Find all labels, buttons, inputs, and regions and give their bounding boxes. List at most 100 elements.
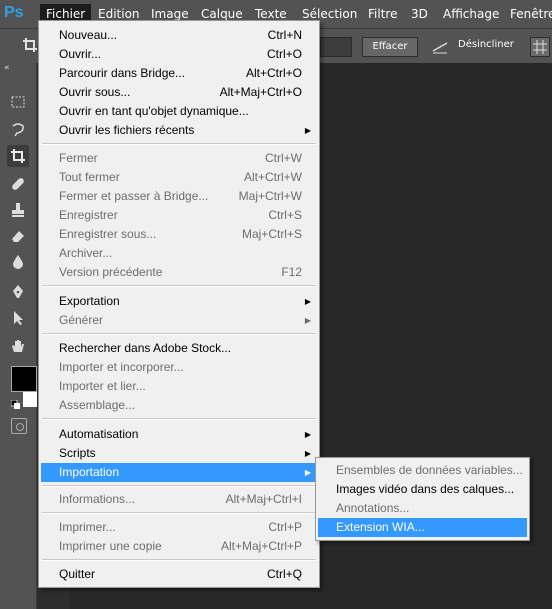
menu-item-tout-fermer[interactable]: Tout fermer Alt+Ctrl+W	[41, 168, 317, 187]
menu-item-shortcut: Alt+Ctrl+W	[243, 170, 302, 184]
submenu-arrow-icon: ▶	[304, 316, 311, 325]
menu-item-automatisation[interactable]: Automatisation ▶	[41, 425, 317, 444]
menu-item-archiver[interactable]: Archiver...	[41, 244, 317, 263]
menu-separator	[42, 559, 316, 561]
menu-item-label: Ensembles de données variables...	[336, 463, 523, 477]
submenu-item-annotations[interactable]: Annotations...	[318, 499, 527, 518]
menu-item-fermer-bridge[interactable]: Fermer et passer à Bridge... Maj+Ctrl+W	[41, 187, 317, 206]
menu-item-imprimer-copie[interactable]: Imprimer une copie Alt+Maj+Ctrl+P	[41, 537, 317, 556]
menu-item-label: Importer et lier...	[59, 379, 146, 393]
default-colors-icon[interactable]	[10, 395, 21, 409]
marquee-tool-icon[interactable]	[7, 91, 29, 113]
menu-item-label: Version précédente	[59, 265, 163, 279]
menu-item-version-precedente[interactable]: Version précédente F12	[41, 263, 317, 282]
menu-item-label: Rechercher dans Adobe Stock...	[59, 341, 232, 355]
menu-item-label: Extension WIA...	[336, 520, 425, 534]
menu-item-parcourir-bridge[interactable]: Parcourir dans Bridge... Alt+Ctrl+O	[41, 64, 317, 83]
desincliner-label[interactable]: Désincliner	[458, 39, 514, 50]
submenu-item-images-video[interactable]: Images vidéo dans des calques...	[318, 480, 527, 499]
menu-item-label: Automatisation	[59, 427, 139, 441]
submenu-arrow-icon: ▶	[304, 468, 311, 477]
menu-item-ouvrir-objet-dynamique[interactable]: Ouvrir en tant qu'objet dynamique...	[41, 102, 317, 121]
crop-tool-icon[interactable]	[7, 145, 29, 167]
menu-item-enregistrer[interactable]: Enregistrer Ctrl+S	[41, 206, 317, 225]
menu-item-fermer[interactable]: Fermer Ctrl+W	[41, 149, 317, 168]
menu-item-ouvrir[interactable]: Ouvrir... Ctrl+O	[41, 45, 317, 64]
menu-item-importation[interactable]: Importation ▶	[41, 463, 317, 482]
ratio-input[interactable]	[320, 37, 352, 57]
menu-item-generer[interactable]: Générer ▶	[41, 311, 317, 330]
collapse-arrows-icon[interactable]: «	[4, 63, 10, 73]
submenu-arrow-icon: ▶	[304, 126, 311, 135]
menu-item-shortcut: Alt+Ctrl+O	[245, 66, 302, 80]
menu-item-shortcut: Ctrl+N	[267, 28, 302, 42]
menu-3d[interactable]: 3D	[405, 4, 434, 24]
blur-tool-icon[interactable]	[7, 251, 29, 273]
menu-item-label: Quitter	[59, 567, 96, 581]
submenu-arrow-icon: ▶	[304, 430, 311, 439]
stamp-tool-icon[interactable]	[7, 199, 29, 221]
menu-item-label: Exportation	[59, 294, 120, 308]
menu-item-exportation[interactable]: Exportation ▶	[41, 292, 317, 311]
menu-item-scripts[interactable]: Scripts ▶	[41, 444, 317, 463]
menu-item-label: Tout fermer	[59, 170, 120, 184]
menu-item-informations[interactable]: Informations... Alt+Maj+Ctrl+I	[41, 490, 317, 509]
foreground-color-swatch[interactable]	[11, 366, 37, 392]
menu-fenetre[interactable]: Fenêtre	[504, 4, 552, 24]
menu-item-shortcut: Ctrl+S	[268, 208, 302, 222]
menu-separator	[42, 333, 316, 335]
menu-separator	[42, 512, 316, 514]
photoshop-logo: Ps	[4, 4, 24, 21]
importation-submenu: Ensembles de données variables... Images…	[315, 457, 530, 541]
menu-separator	[42, 485, 316, 487]
menu-item-label: Fermer et passer à Bridge...	[59, 189, 209, 203]
menu-item-label: Imprimer...	[59, 520, 116, 534]
quick-mask-icon[interactable]	[11, 418, 27, 434]
menu-item-importer-incorporer[interactable]: Importer et incorporer...	[41, 358, 317, 377]
submenu-arrow-icon: ▶	[304, 297, 311, 306]
menu-item-shortcut: Ctrl+W	[265, 151, 302, 165]
menu-item-label: Ouvrir les fichiers récents	[59, 123, 195, 137]
menu-item-label: Images vidéo dans des calques...	[336, 482, 515, 496]
file-menu: Nouveau... Ctrl+N Ouvrir... Ctrl+O Parcour…	[38, 20, 320, 588]
menu-item-shortcut: Ctrl+O	[266, 47, 302, 61]
menu-item-nouveau[interactable]: Nouveau... Ctrl+N	[41, 26, 317, 45]
menu-item-shortcut: Maj+Ctrl+S	[241, 227, 302, 241]
menu-item-label: Enregistrer sous...	[59, 227, 157, 241]
menu-item-ouvrir-sous[interactable]: Ouvrir sous... Alt+Maj+Ctrl+O	[41, 83, 317, 102]
submenu-item-extension-wia[interactable]: Extension WIA...	[318, 518, 527, 537]
menu-item-label: Informations...	[59, 492, 136, 506]
crop-icon[interactable]	[22, 37, 38, 53]
submenu-arrow-icon: ▶	[304, 449, 311, 458]
submenu-item-donnees-variables[interactable]: Ensembles de données variables...	[318, 461, 527, 480]
menu-item-quitter[interactable]: Quitter Ctrl+Q	[41, 565, 317, 584]
toolbox: «	[0, 63, 37, 609]
menu-item-label: Assemblage...	[59, 398, 136, 412]
menu-item-label: Enregistrer	[59, 208, 118, 222]
menu-item-shortcut: Alt+Maj+Ctrl+O	[219, 85, 302, 99]
path-selection-icon[interactable]	[7, 307, 29, 329]
pen-tool-icon[interactable]	[7, 281, 29, 303]
menu-item-shortcut: Ctrl+Q	[266, 567, 302, 581]
menu-item-label: Ouvrir en tant qu'objet dynamique...	[59, 104, 249, 118]
straighten-icon[interactable]	[432, 39, 448, 54]
menu-item-assemblage[interactable]: Assemblage...	[41, 396, 317, 415]
eraser-tool-icon[interactable]	[7, 225, 29, 247]
grid-overlay-button[interactable]	[530, 37, 550, 57]
effacer-button[interactable]: Effacer	[362, 37, 418, 57]
menu-item-label: Archiver...	[59, 246, 113, 260]
menu-item-label: Fermer	[59, 151, 98, 165]
lasso-tool-icon[interactable]	[7, 119, 29, 141]
menu-item-fichiers-recents[interactable]: Ouvrir les fichiers récents ▶	[41, 121, 317, 140]
hand-tool-icon[interactable]	[7, 335, 29, 357]
menu-item-shortcut: Alt+Maj+Ctrl+I	[225, 492, 302, 506]
menu-affichage[interactable]: Affichage	[437, 4, 505, 24]
menu-item-label: Générer	[59, 313, 104, 327]
menu-filtre[interactable]: Filtre	[362, 4, 403, 24]
menu-item-importer-lier[interactable]: Importer et lier...	[41, 377, 317, 396]
healing-brush-icon[interactable]	[7, 173, 29, 195]
menu-item-adobe-stock[interactable]: Rechercher dans Adobe Stock...	[41, 339, 317, 358]
menu-item-imprimer[interactable]: Imprimer... Ctrl+P	[41, 518, 317, 537]
menu-item-enregistrer-sous[interactable]: Enregistrer sous... Maj+Ctrl+S	[41, 225, 317, 244]
menu-item-label: Importation	[59, 465, 120, 479]
